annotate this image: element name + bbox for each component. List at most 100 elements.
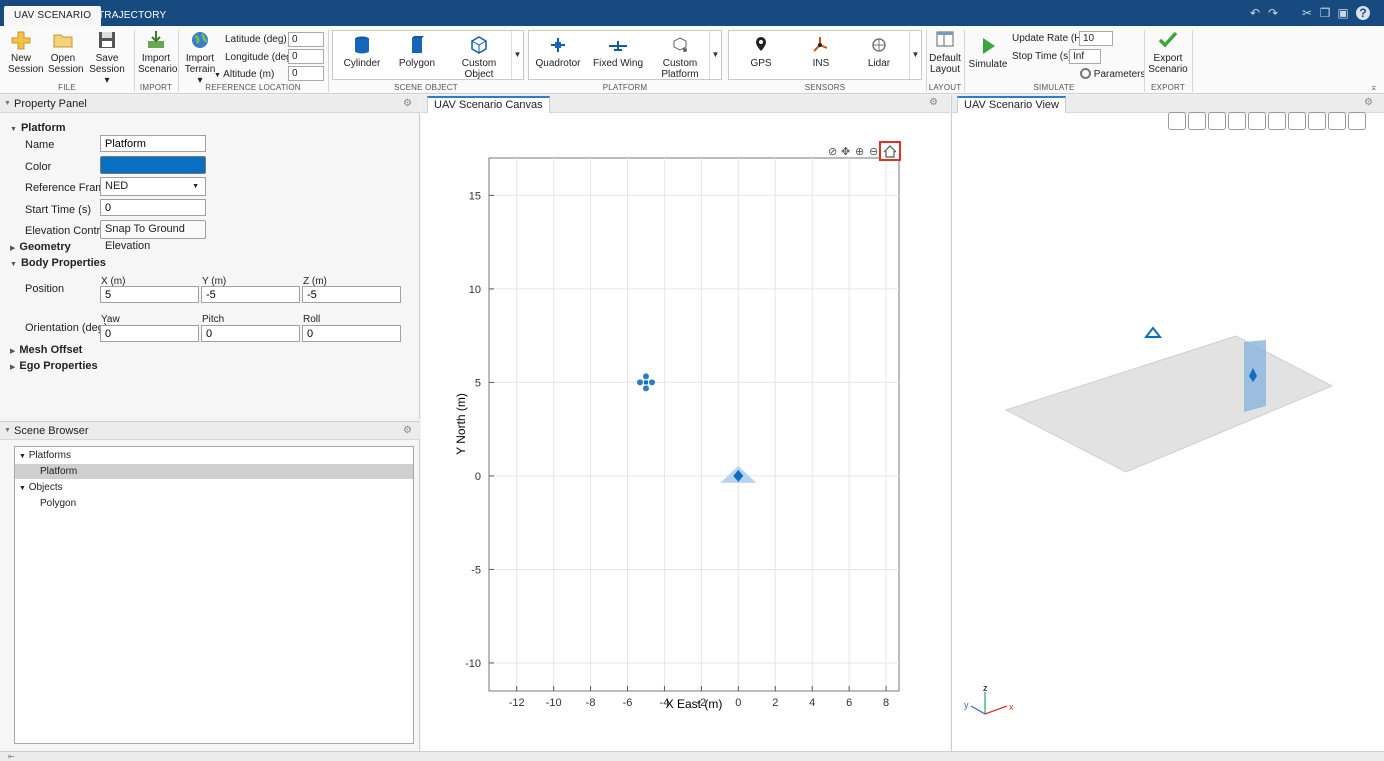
- scene-browser-title: Scene Browser: [14, 425, 89, 437]
- group-label-simulate: SIMULATE: [1033, 83, 1075, 92]
- fixed-wing-button[interactable]: Fixed Wing: [591, 35, 645, 69]
- import-scenario-button[interactable]: Import Scenario: [138, 30, 177, 75]
- zoom-out-icon[interactable]: ⊖: [869, 146, 878, 158]
- panel-options-icon[interactable]: ⚙: [929, 97, 938, 108]
- expand-caret-icon: ▶: [10, 245, 16, 252]
- panel-options-icon[interactable]: ⚙: [1364, 97, 1373, 108]
- collapse-caret-icon[interactable]: ▼: [4, 422, 11, 440]
- section-geometry[interactable]: ▶ Geometry: [10, 241, 71, 253]
- scene-tree: ▼ Platforms Platform ▼ Objects Polygon: [14, 446, 414, 744]
- copy-icon[interactable]: ❐: [1318, 6, 1332, 20]
- reference-frame-select[interactable]: NED ▼: [100, 177, 206, 196]
- tree-item-polygon[interactable]: Polygon: [40, 498, 76, 509]
- hide-icon[interactable]: ⊘: [828, 146, 837, 158]
- quadrotor-rotor-marker: [642, 373, 649, 380]
- x-tick-label: 6: [846, 697, 852, 709]
- section-ego-properties[interactable]: ▶ Ego Properties: [10, 360, 98, 372]
- position-z-field[interactable]: [302, 286, 401, 303]
- name-field[interactable]: [100, 135, 206, 152]
- export-scenario-button[interactable]: Export Scenario: [1148, 30, 1188, 75]
- position-x-field[interactable]: [100, 286, 199, 303]
- gps-button[interactable]: GPS: [739, 35, 783, 69]
- section-mesh-offset[interactable]: ▶ Mesh Offset: [10, 344, 82, 356]
- color-picker[interactable]: [100, 156, 206, 174]
- chevron-down-icon: ▼: [192, 183, 199, 190]
- group-label-sensors: SENSORS: [804, 83, 846, 92]
- polygon-button[interactable]: Polygon: [395, 35, 439, 69]
- tree-node-objects[interactable]: ▼ Objects: [19, 482, 63, 493]
- status-bar-grip-icon: ⇤: [8, 752, 15, 761]
- x-tick-label: 8: [883, 697, 889, 709]
- x-tick-label: 4: [809, 697, 815, 709]
- collapse-toolstrip-icon[interactable]: ⌅: [1370, 82, 1378, 93]
- section-body-properties[interactable]: ▼ Body Properties: [10, 257, 106, 269]
- reference-frame-label: Reference Frame: [25, 182, 111, 194]
- parameters-button[interactable]: Parameters: [1080, 68, 1145, 80]
- toolstrip: New Session Open Session Save Session ▾ FIL…: [0, 26, 1384, 94]
- update-rate-input[interactable]: 10: [1079, 31, 1113, 46]
- default-layout-button[interactable]: Default Layout: [928, 30, 962, 75]
- save-icon[interactable]: ▣: [1336, 6, 1350, 20]
- undo-icon[interactable]: ↶: [1248, 6, 1262, 20]
- cylinder-icon: [355, 36, 369, 54]
- zoom-in-icon[interactable]: ⊕: [855, 146, 864, 158]
- panel-options-icon[interactable]: ⚙: [403, 95, 412, 113]
- latitude-input[interactable]: 0: [288, 32, 324, 47]
- collapse-caret-icon[interactable]: ▼: [4, 95, 11, 113]
- panel-options-icon[interactable]: ⚙: [403, 422, 412, 440]
- platform-gallery-dropdown[interactable]: ▼: [709, 31, 721, 79]
- tree-item-platform[interactable]: Platform: [40, 466, 77, 477]
- ins-button[interactable]: INS: [799, 35, 843, 69]
- tab-trajectory[interactable]: TRAJECTORY: [88, 6, 176, 26]
- tree-node-platforms[interactable]: ▼ Platforms: [19, 450, 71, 461]
- help-icon[interactable]: ?: [1356, 6, 1370, 20]
- axis-z-label: z: [983, 683, 988, 693]
- cylinder-button[interactable]: Cylinder: [337, 35, 387, 69]
- altitude-label: ▼ Altitude (m): [214, 69, 275, 80]
- longitude-input[interactable]: 0: [288, 49, 324, 64]
- quadrotor-body-marker: [643, 380, 648, 385]
- start-time-field[interactable]: [100, 199, 206, 216]
- x-tick-label: -12: [509, 697, 525, 709]
- custom-platform-button[interactable]: Custom Platform: [653, 35, 707, 80]
- scene-object-gallery-dropdown[interactable]: ▼: [511, 31, 523, 79]
- redo-icon[interactable]: ↷: [1266, 6, 1280, 20]
- cut-icon[interactable]: ✂: [1300, 6, 1314, 20]
- new-session-button[interactable]: New Session: [8, 30, 44, 75]
- import-terrain-button[interactable]: Import Terrain ▾: [182, 30, 218, 86]
- scenario-3d-view[interactable]: z x y: [952, 114, 1384, 751]
- property-panel-header: ▼ Property Panel ⚙: [0, 95, 420, 113]
- divider: [1192, 30, 1193, 92]
- snap-to-ground-button[interactable]: Snap To Ground Elevation: [100, 220, 206, 252]
- sensors-gallery-dropdown[interactable]: ▼: [909, 31, 921, 79]
- polygon-prism-icon: [412, 36, 424, 53]
- scene-object-gallery: Cylinder Polygon Custom Object ▼: [332, 30, 524, 80]
- altitude-input[interactable]: 0: [288, 66, 324, 81]
- app-tab-strip: UAV SCENARIO TRAJECTORY ↶ ↷ ✂ ❐ ▣ ?: [0, 0, 1384, 26]
- gps-pin-icon: [756, 37, 766, 51]
- tab-uav-scenario[interactable]: UAV SCENARIO: [4, 6, 102, 26]
- section-platform[interactable]: ▼ Platform: [10, 122, 66, 134]
- lidar-button[interactable]: Lidar: [857, 35, 901, 69]
- lidar-icon: [872, 38, 886, 52]
- y-tick-label: 15: [469, 190, 481, 202]
- tab-uav-scenario-canvas[interactable]: UAV Scenario Canvas: [427, 96, 550, 113]
- scenario-canvas-plot[interactable]: -12 -10 -8 -6 -4 -2 0 2 4 6 8-10-5051015 X East (m…: [421, 114, 950, 751]
- yaw-field[interactable]: [100, 325, 199, 342]
- tab-uav-scenario-view[interactable]: UAV Scenario View: [957, 96, 1066, 113]
- quadrotor-button[interactable]: Quadrotor: [533, 35, 583, 69]
- open-session-button[interactable]: Open Session: [48, 30, 84, 75]
- orientation-label: Orientation (deg): [25, 322, 108, 334]
- fixed-wing-icon: [609, 41, 627, 51]
- stop-time-label: Stop Time (s): [1012, 51, 1072, 62]
- roll-field[interactable]: [302, 325, 401, 342]
- collapse-caret-icon: ▼: [19, 453, 26, 460]
- position-y-field[interactable]: [201, 286, 300, 303]
- stop-time-input[interactable]: Inf: [1069, 49, 1101, 64]
- expand-caret-icon: ▶: [10, 348, 16, 355]
- custom-object-button[interactable]: Custom Object: [449, 35, 509, 80]
- pitch-field[interactable]: [201, 325, 300, 342]
- save-session-button[interactable]: Save Session ▾: [86, 30, 128, 86]
- simulate-button[interactable]: Simulate: [968, 36, 1008, 70]
- pan-icon[interactable]: ✥: [841, 146, 850, 158]
